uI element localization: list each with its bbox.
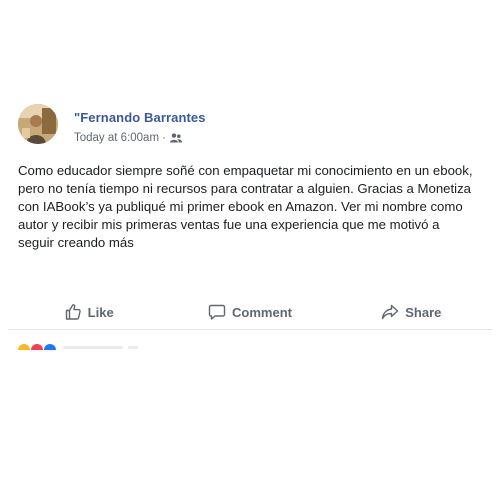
haha-reaction-icon [18,344,30,350]
author-avatar[interactable] [18,104,58,144]
post-meta: Today at 6:00am · [74,132,182,144]
like-label: Like [87,304,114,320]
post-text: Como educador siempre soñé con empaqueta… [18,163,473,250]
post-timestamp[interactable]: Today at 6:00am [74,132,159,144]
friends-icon[interactable] [169,133,182,143]
like-reaction-icon [44,344,56,350]
love-reaction-icon [31,344,43,350]
reaction-count-placeholder [63,346,123,349]
reactions-summary[interactable] [18,344,218,350]
page-canvas: "Fernando Barrantes Today at 6:00am · Co… [0,0,500,500]
author-name[interactable]: "Fernando Barrantes [74,110,206,125]
share-label: Share [405,304,442,320]
share-button[interactable]: Share [331,297,492,327]
thumbs-up-icon [64,303,82,321]
comment-label: Comment [232,304,292,320]
comment-button[interactable]: Comment [169,297,330,327]
meta-separator: · [162,132,166,144]
comment-icon [208,303,226,321]
post-actions: Like Comment Share [8,295,492,330]
like-button[interactable]: Like [8,297,169,327]
share-icon [381,303,399,321]
reaction-extra-placeholder [128,346,138,349]
